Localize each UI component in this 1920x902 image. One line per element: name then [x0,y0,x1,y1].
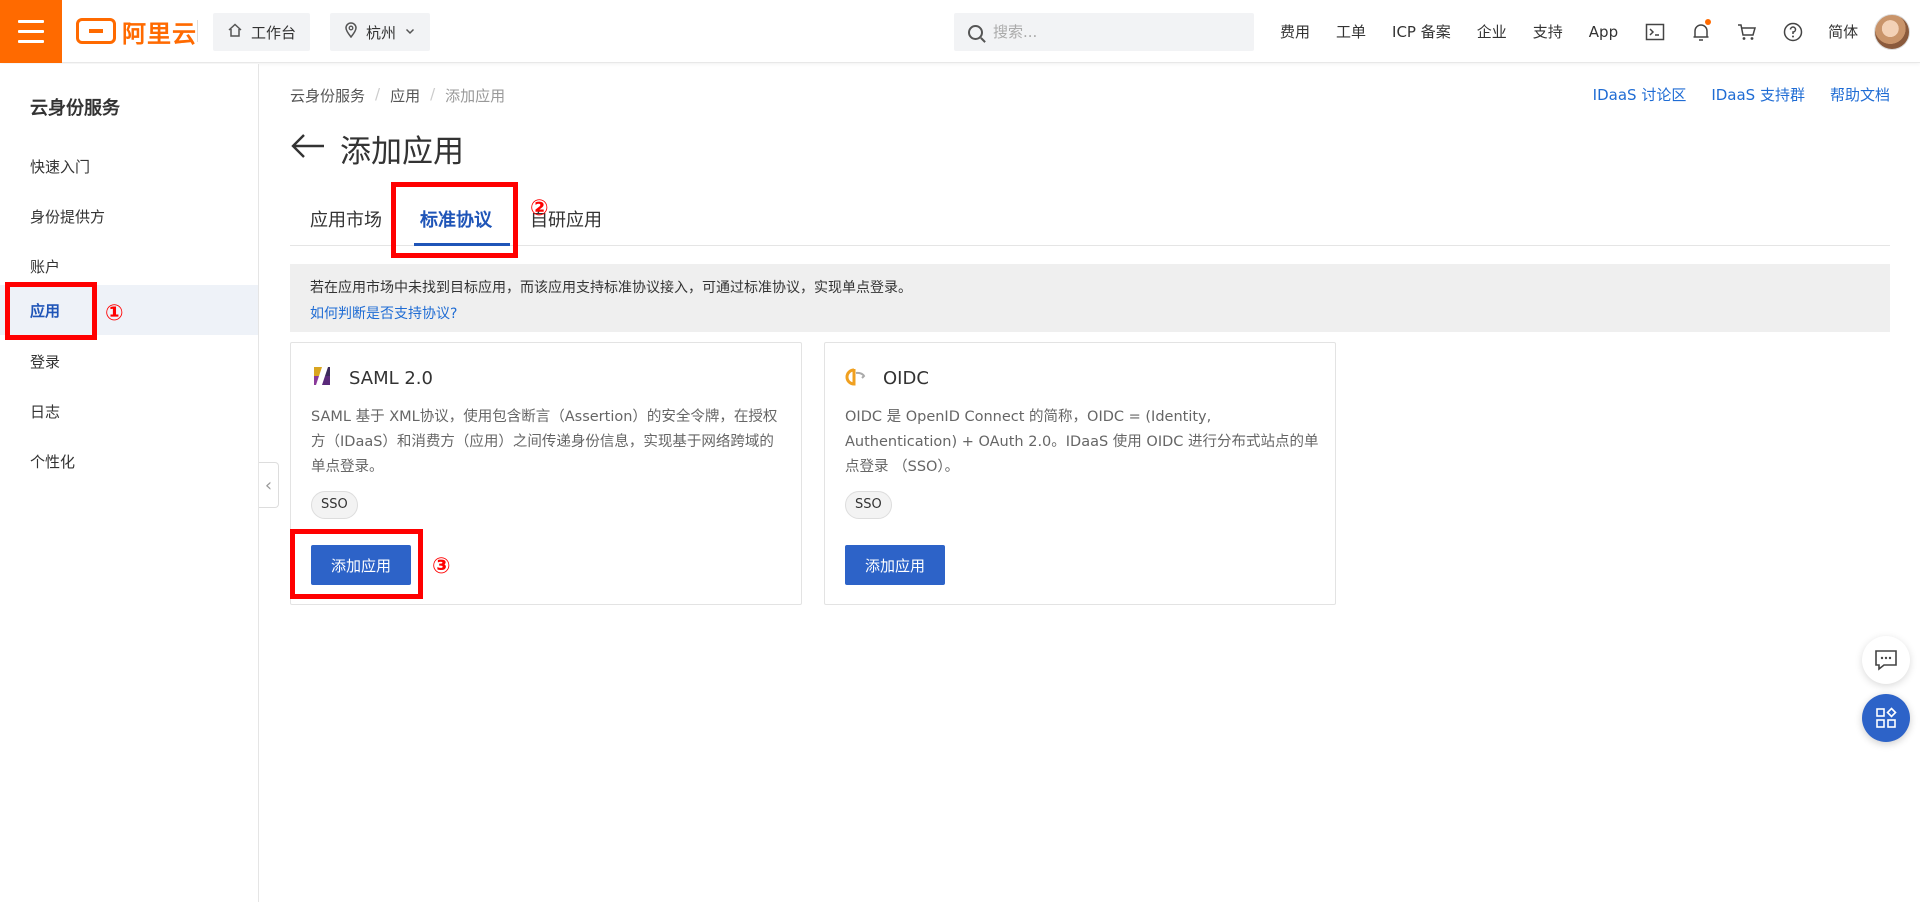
avatar[interactable] [1874,14,1910,50]
nav-support[interactable]: 支持 [1533,21,1563,42]
saml-logo-icon [311,365,333,391]
breadcrumb-separator: / [430,85,436,103]
link-idaas-forum[interactable]: IDaaS 讨论区 [1593,84,1687,105]
annotation-marker-1: ① [105,301,124,326]
add-oidc-app-button[interactable]: 添加应用 [845,545,945,585]
hamburger-menu-icon[interactable] [0,0,62,63]
chevron-down-icon [404,23,416,41]
sidebar-item-logs[interactable]: 日志 [0,386,258,436]
annotation-marker-2: ② [530,196,549,221]
breadcrumb-separator: / [375,85,381,103]
sso-tag: SSO [311,491,358,519]
page-header: 添加应用 [290,126,464,171]
oidc-card: OIDC OIDC 是 OpenID Connect 的简称，OIDC = (I… [824,342,1336,605]
breadcrumb: 云身份服务 / 应用 / 添加应用 [290,85,505,106]
link-help-docs[interactable]: 帮助文档 [1830,84,1890,105]
search-box[interactable] [954,13,1254,51]
annotation-marker-3: ③ [432,554,451,579]
feedback-chat-icon[interactable] [1862,636,1910,684]
region-selector[interactable]: 杭州 [330,13,431,51]
bell-icon[interactable] [1690,18,1712,43]
nav-icp[interactable]: ICP 备案 [1392,21,1451,42]
sidebar-collapse-chevron-left-icon[interactable]: ‹ [259,462,279,508]
search-input[interactable] [993,23,1223,41]
back-arrow-icon[interactable] [290,131,326,167]
sidebar-item-personalization[interactable]: 个性化 [0,436,258,486]
sidebar-item-identity-providers[interactable]: 身份提供方 [0,191,258,241]
card-header: OIDC [845,365,929,391]
nav-tickets[interactable]: 工单 [1336,21,1366,42]
apps-grid-icon[interactable] [1862,694,1910,742]
nav-app[interactable]: App [1589,23,1618,41]
search-icon [968,24,983,40]
terminal-icon[interactable] [1644,21,1666,43]
cart-icon[interactable] [1736,21,1758,43]
aliyun-logo[interactable]: 阿里云 [76,17,197,48]
card-header: SAML 2.0 [311,365,433,391]
breadcrumb-current: 添加应用 [445,87,506,105]
sidebar: 云身份服务 快速入门 身份提供方 账户 应用 登录 日志 个性化 [0,64,259,902]
link-idaas-support-group[interactable]: IDaaS 支持群 [1711,84,1805,105]
breadcrumb-item[interactable]: 应用 [390,85,420,106]
sidebar-item-login[interactable]: 登录 [0,336,258,386]
help-icon[interactable] [1782,21,1804,43]
card-description: OIDC 是 OpenID Connect 的简称，OIDC = (Identi… [845,409,1319,475]
logo-text: 阿里云 [122,19,197,48]
help-links: IDaaS 讨论区 IDaaS 支持群 帮助文档 [1593,84,1890,105]
card-description: SAML 基于 XML协议，使用包含断言（Assertion）的安全令牌，在授权… [311,409,778,475]
tab-app-market[interactable]: 应用市场 [310,206,382,232]
oidc-logo-icon [845,365,867,391]
workbench-label: 工作台 [251,23,297,42]
location-icon [344,22,358,42]
card-title: SAML 2.0 [349,367,433,389]
annotation-box-1 [5,282,97,340]
nav-fees[interactable]: 费用 [1280,21,1310,42]
sidebar-item-quickstart[interactable]: 快速入门 [0,141,258,191]
region-label: 杭州 [366,23,397,42]
sso-tag: SSO [845,491,892,519]
divider [197,20,198,42]
sidebar-title: 云身份服务 [30,98,120,119]
workbench-button[interactable]: 工作台 [213,13,311,51]
nav-enterprise[interactable]: 企业 [1477,21,1507,42]
language-switch[interactable]: 简体 [1828,21,1858,42]
top-bar: 阿里云 工作台 杭州 费用 工单 ICP 备案 企业 支持 App [0,0,1920,63]
top-nav: 费用 工单 ICP 备案 企业 支持 App 简体 [1280,0,1884,63]
notification-dot [1705,18,1712,25]
home-icon [227,22,243,42]
annotation-box-2 [391,182,518,258]
page-title: 添加应用 [340,134,464,170]
info-notice: 若在应用市场中未找到目标应用，而该应用支持标准协议接入，可通过标准协议，实现单点… [290,264,1890,332]
card-title: OIDC [883,367,929,389]
aliyun-logo-mark [76,18,116,44]
annotation-box-3 [290,529,423,599]
protocol-support-help-link[interactable]: 如何判断是否支持协议? [310,303,1870,323]
breadcrumb-item[interactable]: 云身份服务 [290,85,365,106]
notice-text: 若在应用市场中未找到目标应用，而该应用支持标准协议接入，可通过标准协议，实现单点… [310,280,912,296]
